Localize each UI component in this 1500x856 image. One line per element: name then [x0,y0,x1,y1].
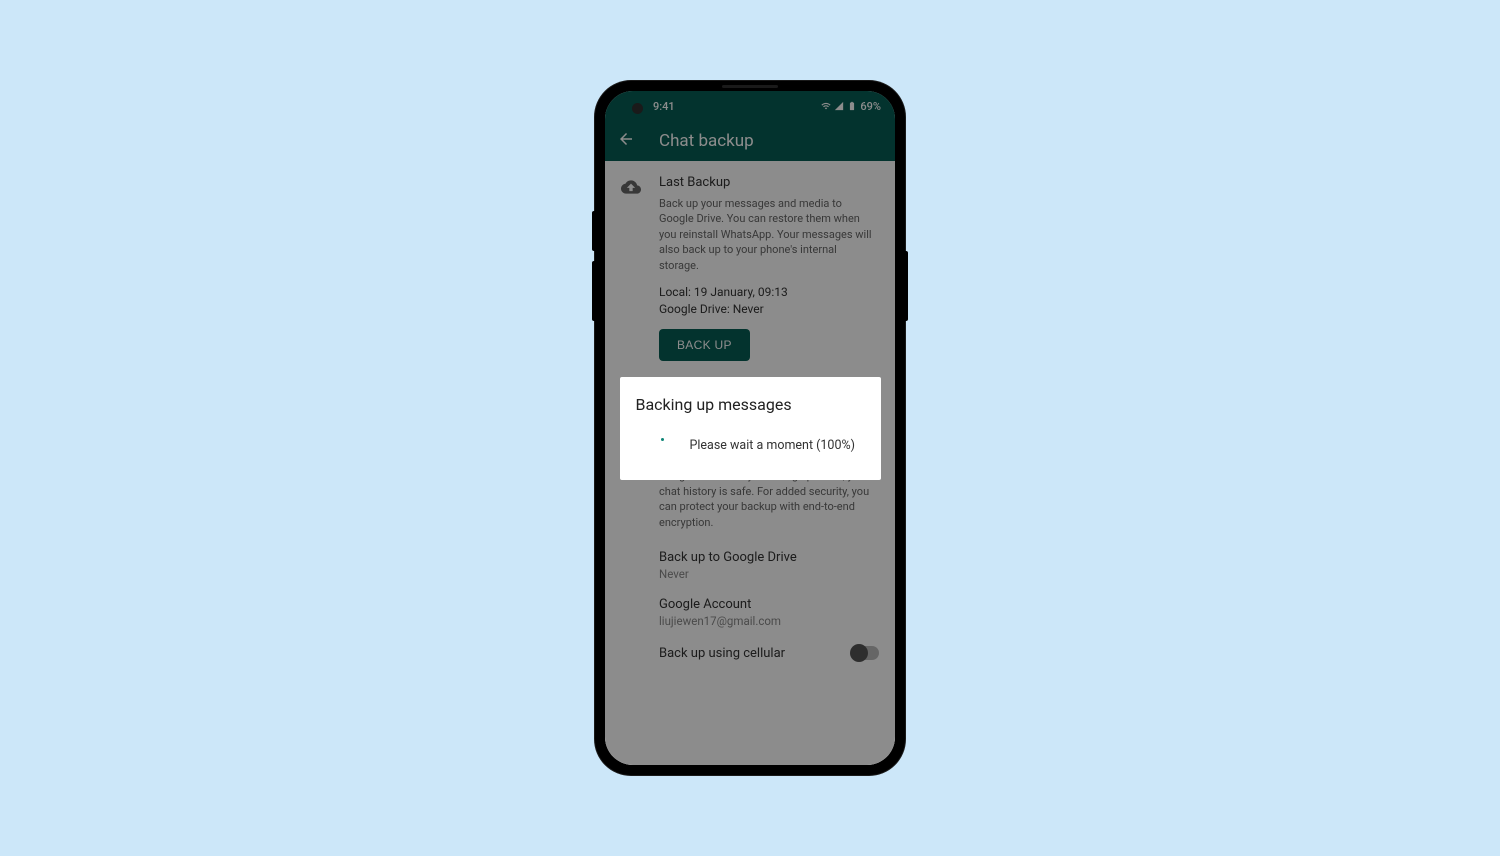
phone-frame: 9:41 69% Chat backup Last Backup B [595,81,905,775]
screen: 9:41 69% Chat backup Last Backup B [605,91,895,765]
modal-overlay: Backing up messages Please wait a moment… [605,91,895,765]
spinner-icon [648,436,668,456]
dialog-message: Please wait a moment (100%) [690,438,856,453]
phone-speaker [722,85,778,88]
phone-volume-down [592,261,595,321]
phone-power [905,251,908,321]
backup-dialog: Backing up messages Please wait a moment… [620,377,881,480]
phone-volume-up [592,211,595,251]
phone-camera [632,103,643,114]
dialog-title: Backing up messages [636,395,865,414]
